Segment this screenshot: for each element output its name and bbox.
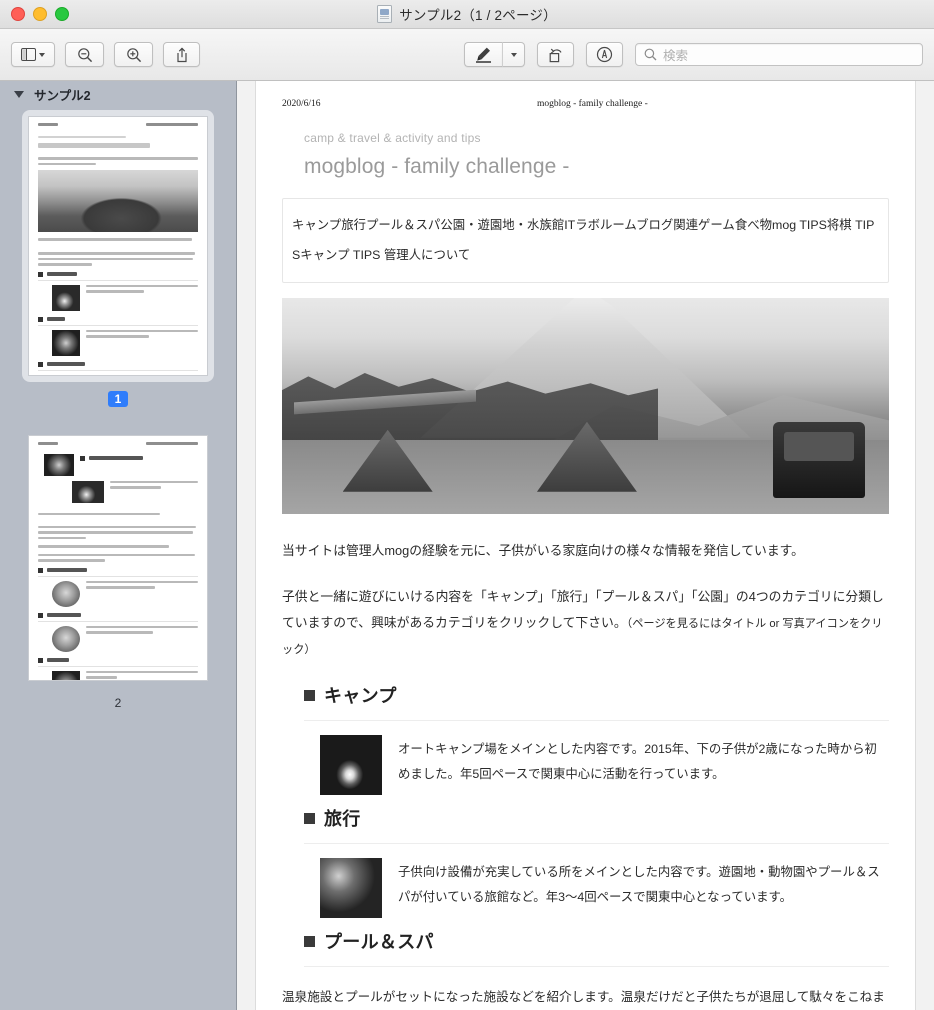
mini-hero-image (38, 170, 198, 232)
disclosure-triangle-icon[interactable] (14, 90, 24, 98)
maximize-button[interactable] (55, 7, 69, 21)
print-date: 2020/6/16 (282, 99, 321, 109)
thumbnail-list[interactable]: 1 2 (0, 107, 236, 1010)
hero-image (282, 297, 889, 514)
thumbnail-sidebar: サンプル2 1 2 (0, 81, 237, 1010)
mini-header (38, 442, 198, 448)
pen-icon (475, 46, 492, 63)
section-entry-travel[interactable]: 子供向け設備が充実している所をメインとした内容です。遊園地・動物園やプール＆スパ… (320, 858, 889, 919)
category-paragraph: 子供と一緒に遊びにいける内容を「キャンプ」「旅行」「プール＆スパ」「公園」の4つ… (282, 584, 889, 661)
site-tagline: camp & travel & activity and tips (304, 131, 481, 145)
zoom-out-icon (77, 47, 93, 63)
bullet-square-icon (304, 935, 315, 947)
thumbnail-item[interactable]: 2 (0, 429, 236, 710)
divider (304, 843, 889, 845)
dinner-thumbnail[interactable] (320, 858, 382, 919)
search-field[interactable]: 検索 (635, 43, 923, 66)
toolbar: 検索 (0, 29, 934, 81)
rotate-icon (548, 47, 564, 63)
sidebar-title: サンプル2 (34, 88, 91, 103)
annotate-icon (596, 46, 613, 63)
sidebar-view-button[interactable] (11, 42, 55, 67)
section-title: キャンプ (324, 686, 397, 707)
print-header: 2020/6/16 mogblog - family challenge - (282, 99, 889, 109)
print-title: mogblog - family challenge - (536, 99, 648, 109)
site-navigation[interactable]: キャンプ旅行プール＆スパ公園・遊園地・水族館ITラボルームブログ関連ゲーム食べ物… (282, 198, 889, 283)
intro-paragraph: 当サイトは管理人mogの経験を元に、子供がいる家庭向けの様々な情報を発信していま… (282, 542, 804, 558)
zoom-out-button[interactable] (65, 42, 104, 67)
campfire-thumbnail[interactable] (320, 735, 382, 796)
share-button[interactable] (163, 42, 200, 67)
sidebar-header[interactable]: サンプル2 (0, 81, 236, 107)
rotate-button[interactable] (537, 42, 574, 67)
thumbnail-page-1[interactable] (22, 110, 214, 382)
divider (304, 966, 889, 968)
thumbnail-page-2[interactable] (22, 429, 214, 687)
document-icon (377, 5, 393, 23)
minimize-button[interactable] (33, 7, 47, 21)
section-heading-camp[interactable]: キャンプ (304, 682, 889, 708)
search-placeholder: 検索 (663, 49, 689, 63)
section-title: プール＆スパ (324, 932, 434, 953)
chevron-down-icon (39, 52, 45, 57)
annotate-button[interactable] (586, 42, 623, 67)
window-title: サンプル2（1 / 2ページ） (399, 8, 557, 23)
sidebar-panel-icon (21, 48, 36, 61)
preview-window: サンプル2（1 / 2ページ） 検索 サンプル2 1 2 2020/6/16 m… (0, 0, 934, 1010)
section-heading-pool-spa[interactable]: プール＆スパ (304, 928, 889, 954)
section-title: 旅行 (324, 809, 361, 830)
markup-options-button[interactable] (502, 42, 525, 67)
page-number-label: 2 (114, 696, 122, 710)
window-body: サンプル2 1 2 2020/6/16 mogblog - family cha… (0, 81, 934, 1010)
divider (304, 720, 889, 722)
bullet-square-icon (304, 689, 315, 701)
zoom-in-button[interactable] (114, 42, 153, 67)
close-button[interactable] (11, 7, 25, 21)
section-text: 子供向け設備が充実している所をメインとした内容です。遊園地・動物園やプール＆スパ… (398, 865, 880, 904)
site-title: mogblog - family challenge - (304, 155, 570, 178)
bullet-square-icon (304, 812, 315, 824)
section-text: オートキャンプ場をメインとした内容です。2015年、下の子供が2歳になった時から… (398, 742, 877, 781)
page-number-label: 1 (107, 391, 129, 407)
thumbnail-item[interactable]: 1 (0, 110, 236, 407)
page-preview (29, 117, 207, 375)
zoom-in-icon (126, 47, 142, 63)
chevron-down-icon (510, 52, 517, 57)
car-shape (772, 421, 865, 498)
page-preview (29, 436, 207, 680)
section-entry-camp[interactable]: オートキャンプ場をメインとした内容です。2015年、下の子供が2歳になった時から… (320, 735, 889, 796)
mini-header (38, 123, 198, 129)
document-canvas[interactable]: 2020/6/16 mogblog - family challenge - c… (237, 81, 934, 1010)
search-icon (644, 48, 657, 61)
title-bar: サンプル2（1 / 2ページ） (0, 0, 934, 29)
markup-group (464, 42, 525, 67)
window-title-group: サンプル2（1 / 2ページ） (0, 0, 934, 28)
share-icon (175, 47, 189, 63)
markup-button[interactable] (464, 42, 502, 67)
section-text-pool-spa: 温泉施設とプールがセットになった施設などを紹介します。温泉だけだと子供たちが退屈… (282, 990, 885, 1005)
section-heading-travel[interactable]: 旅行 (304, 805, 889, 831)
page-1: 2020/6/16 mogblog - family challenge - c… (256, 81, 915, 1010)
window-controls (0, 7, 69, 21)
